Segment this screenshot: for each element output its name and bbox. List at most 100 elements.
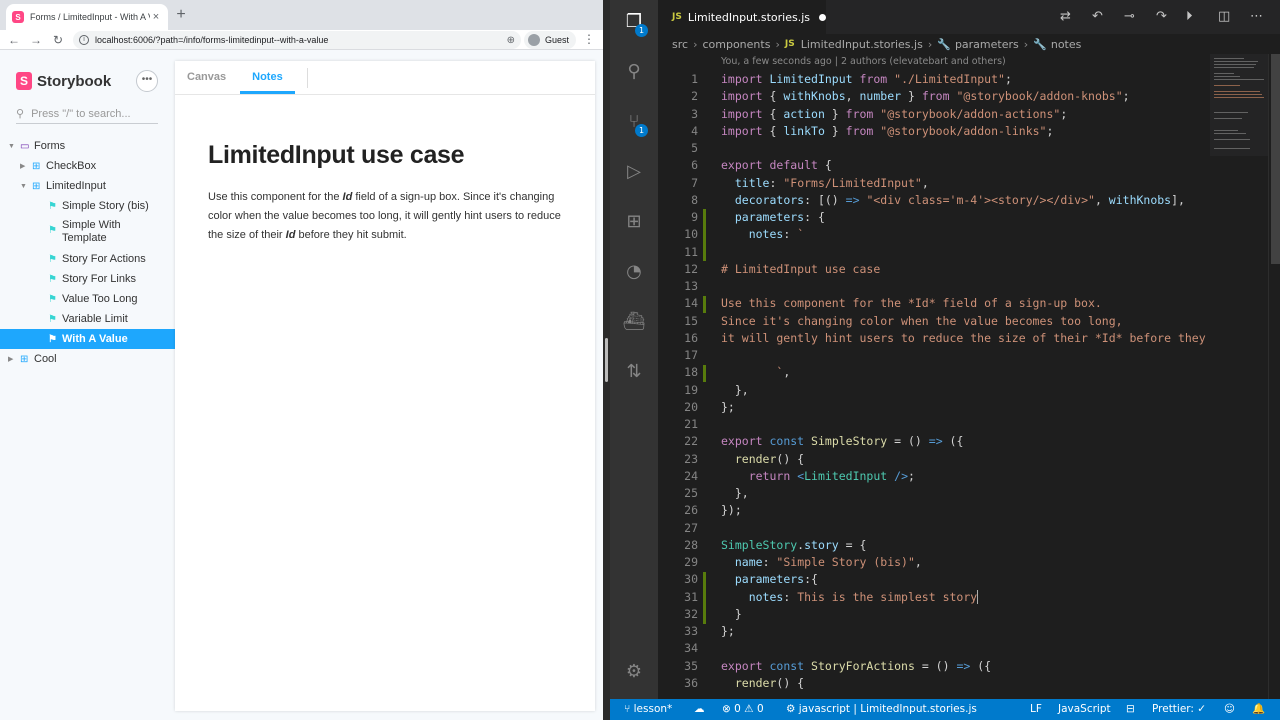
git-blame-codelens[interactable]: You, a few seconds ago | 2 authors (elev… (721, 56, 1006, 67)
sidebar-item-simple-story-bis[interactable]: ⚑ Simple Story (bis) (0, 196, 175, 216)
sidebar-item-cool[interactable]: ▶ ⊞ Cool (0, 349, 175, 369)
storybook-brand[interactable]: S Storybook (16, 72, 111, 90)
breadcrumb-src[interactable]: src (672, 38, 688, 51)
line-number: 30 (684, 572, 698, 587)
notifications-bell-icon[interactable]: 🔔 (1252, 699, 1265, 720)
search-icon[interactable]: ⚲ (622, 60, 646, 84)
line-number: 18 (684, 365, 698, 380)
caret-right-icon[interactable]: ▶ (8, 355, 13, 363)
line-number: 23 (684, 451, 698, 466)
breadcrumb-parameters[interactable]: parameters (955, 38, 1019, 51)
language-context[interactable]: ⚙ javascript | LimitedInput.stories.js (786, 699, 977, 720)
sidebar-item-variable-limit[interactable]: ⚑ Variable Limit (0, 309, 175, 329)
tab-notes[interactable]: Notes (240, 61, 295, 94)
split-editor-icon[interactable]: ◫ (1218, 9, 1230, 25)
caret-down-icon[interactable]: ▼ (20, 183, 27, 190)
git-graph-icon[interactable]: ◔ (622, 260, 646, 284)
editor-tab[interactable]: JS LimitedInput.stories.js (658, 0, 826, 34)
line-number: 12 (684, 261, 698, 276)
notes-heading: LimitedInput use case (208, 141, 465, 169)
breadcrumb-components[interactable]: components (702, 38, 770, 51)
git-branch-icon: ⑂ (624, 703, 634, 715)
settings-gear-icon[interactable]: ⚙ (622, 660, 646, 684)
back-arrow-icon[interactable]: ← (6, 32, 22, 48)
sidebar-item-story-for-actions[interactable]: ⚑ Story For Actions (0, 249, 175, 269)
close-tab-icon[interactable]: × (150, 11, 162, 23)
line-number: 33 (684, 624, 698, 638)
line-number: 31 (684, 589, 698, 604)
editor-scrollbar[interactable] (1268, 54, 1280, 699)
zoom-icon[interactable]: ⊕ (507, 35, 515, 46)
split-divider[interactable] (603, 0, 610, 720)
extensions-icon[interactable]: ⊞ (622, 210, 646, 234)
sidebar-item-value-too-long[interactable]: ⚑ Value Too Long (0, 289, 175, 309)
sidebar-item-label: Forms (34, 140, 66, 152)
line-number: 20 (684, 399, 698, 414)
search-icon: ⚲ (16, 108, 25, 120)
url-text[interactable]: localhost:6006/?path=/info/forms-limited… (95, 35, 507, 45)
more-actions-icon[interactable]: ⋯ (1250, 9, 1263, 25)
branch-indicator[interactable]: ⑂ lesson* (624, 699, 672, 720)
line-number: 22 (684, 434, 698, 449)
browser-menu-icon[interactable]: ⋮ (583, 32, 595, 46)
new-tab-button[interactable]: + (173, 6, 189, 24)
code-editor[interactable]: import LimitedInput from "./LimitedInput… (721, 71, 1209, 692)
line-number: 9 (691, 210, 698, 224)
browser-tab-bar: S Forms / LimitedInput - With A Va × + (0, 0, 603, 30)
sidebar-menu-button[interactable]: ••• (136, 70, 158, 92)
storybook-main-panel: Canvas Notes LimitedInput use case Use t… (175, 61, 595, 711)
forward-arrow-icon[interactable]: → (28, 32, 44, 48)
caret-right-icon[interactable]: ▶ (20, 162, 25, 170)
prettier-status[interactable]: Prettier: ✓ (1152, 699, 1206, 720)
site-info-icon[interactable]: i (79, 35, 89, 45)
sidebar-item-checkbox[interactable]: ▶ ⊞ CheckBox (0, 156, 175, 176)
tab-canvas[interactable]: Canvas (175, 61, 238, 94)
pull-request-icon[interactable]: ⇅ (622, 360, 646, 384)
bookmark-icon: ⚑ (48, 313, 57, 325)
layout-icon[interactable]: ⊟ (1126, 699, 1135, 720)
scrollbar-thumb[interactable] (1271, 54, 1280, 264)
sidebar-item-forms[interactable]: ▼ ▭ Forms (0, 136, 175, 156)
status-bar: ⑂ lesson* ☁ ⊗ 0 ⚠ 0 ⚙ javascript | Limit… (610, 699, 1280, 720)
address-bar[interactable]: i localhost:6006/?path=/info/forms-limit… (73, 31, 521, 49)
breadcrumb-notes[interactable]: notes (1051, 38, 1082, 51)
docker-icon[interactable]: ⛴ (622, 310, 646, 334)
next-change-icon[interactable]: ↷ (1156, 9, 1167, 25)
unsaved-dot-icon[interactable] (818, 13, 826, 21)
line-number: 4 (691, 123, 698, 138)
browser-tab[interactable]: S Forms / LimitedInput - With A Va × (6, 4, 168, 30)
line-number: 16 (684, 330, 698, 345)
timeline-icon[interactable]: ⊸ (1124, 9, 1135, 25)
sync-icon[interactable]: ☁ (694, 699, 705, 720)
open-changes-icon[interactable]: ⇄ (1060, 9, 1071, 25)
line-number: 32 (684, 606, 698, 621)
sidebar-item-simple-with-template[interactable]: ⚑ Simple With Template (0, 216, 175, 249)
feedback-icon[interactable]: ☺ (1224, 699, 1235, 720)
run-debug-icon[interactable]: ▷ (622, 160, 646, 184)
line-number: 35 (684, 658, 698, 673)
search-input[interactable]: ⚲ Press "/" to search... (16, 104, 158, 124)
line-number: 21 (684, 417, 698, 431)
line-number: 8 (691, 192, 698, 207)
modified-line-marker (703, 209, 706, 261)
breadcrumb-file[interactable]: LimitedInput.stories.js (801, 38, 923, 51)
line-number: 11 (684, 244, 698, 259)
minimap[interactable] (1210, 54, 1268, 156)
sidebar-item-story-for-links[interactable]: ⚑ Story For Links (0, 269, 175, 289)
profile-button[interactable]: Guest (524, 31, 576, 49)
sidebar-item-limitedinput[interactable]: ▼ ⊞ LimitedInput (0, 176, 175, 196)
problems-indicator[interactable]: ⊗ 0 ⚠ 0 (722, 699, 764, 720)
run-icon[interactable]: ⏵ (1186, 9, 1193, 25)
previous-change-icon[interactable]: ↶ (1092, 9, 1103, 25)
component-icon: ⊞ (32, 160, 41, 172)
split-handle[interactable] (605, 338, 608, 382)
reload-icon[interactable]: ↻ (50, 32, 66, 48)
language-mode[interactable]: JavaScript (1058, 699, 1111, 720)
sidebar-item-with-a-value[interactable]: ⚑ With A Value (0, 329, 175, 349)
bookmark-icon: ⚑ (48, 273, 57, 285)
scm-badge: 1 (635, 124, 648, 137)
eol-indicator[interactable]: LF (1030, 699, 1042, 720)
line-number-gutter: 1 2 3 4 5 6 7 8 9 10 11 12 13 14 15 16 17 18 19 20 21 22 23 24 2… (658, 71, 698, 692)
caret-down-icon[interactable]: ▼ (8, 143, 15, 150)
component-icon: ⊞ (32, 180, 41, 192)
